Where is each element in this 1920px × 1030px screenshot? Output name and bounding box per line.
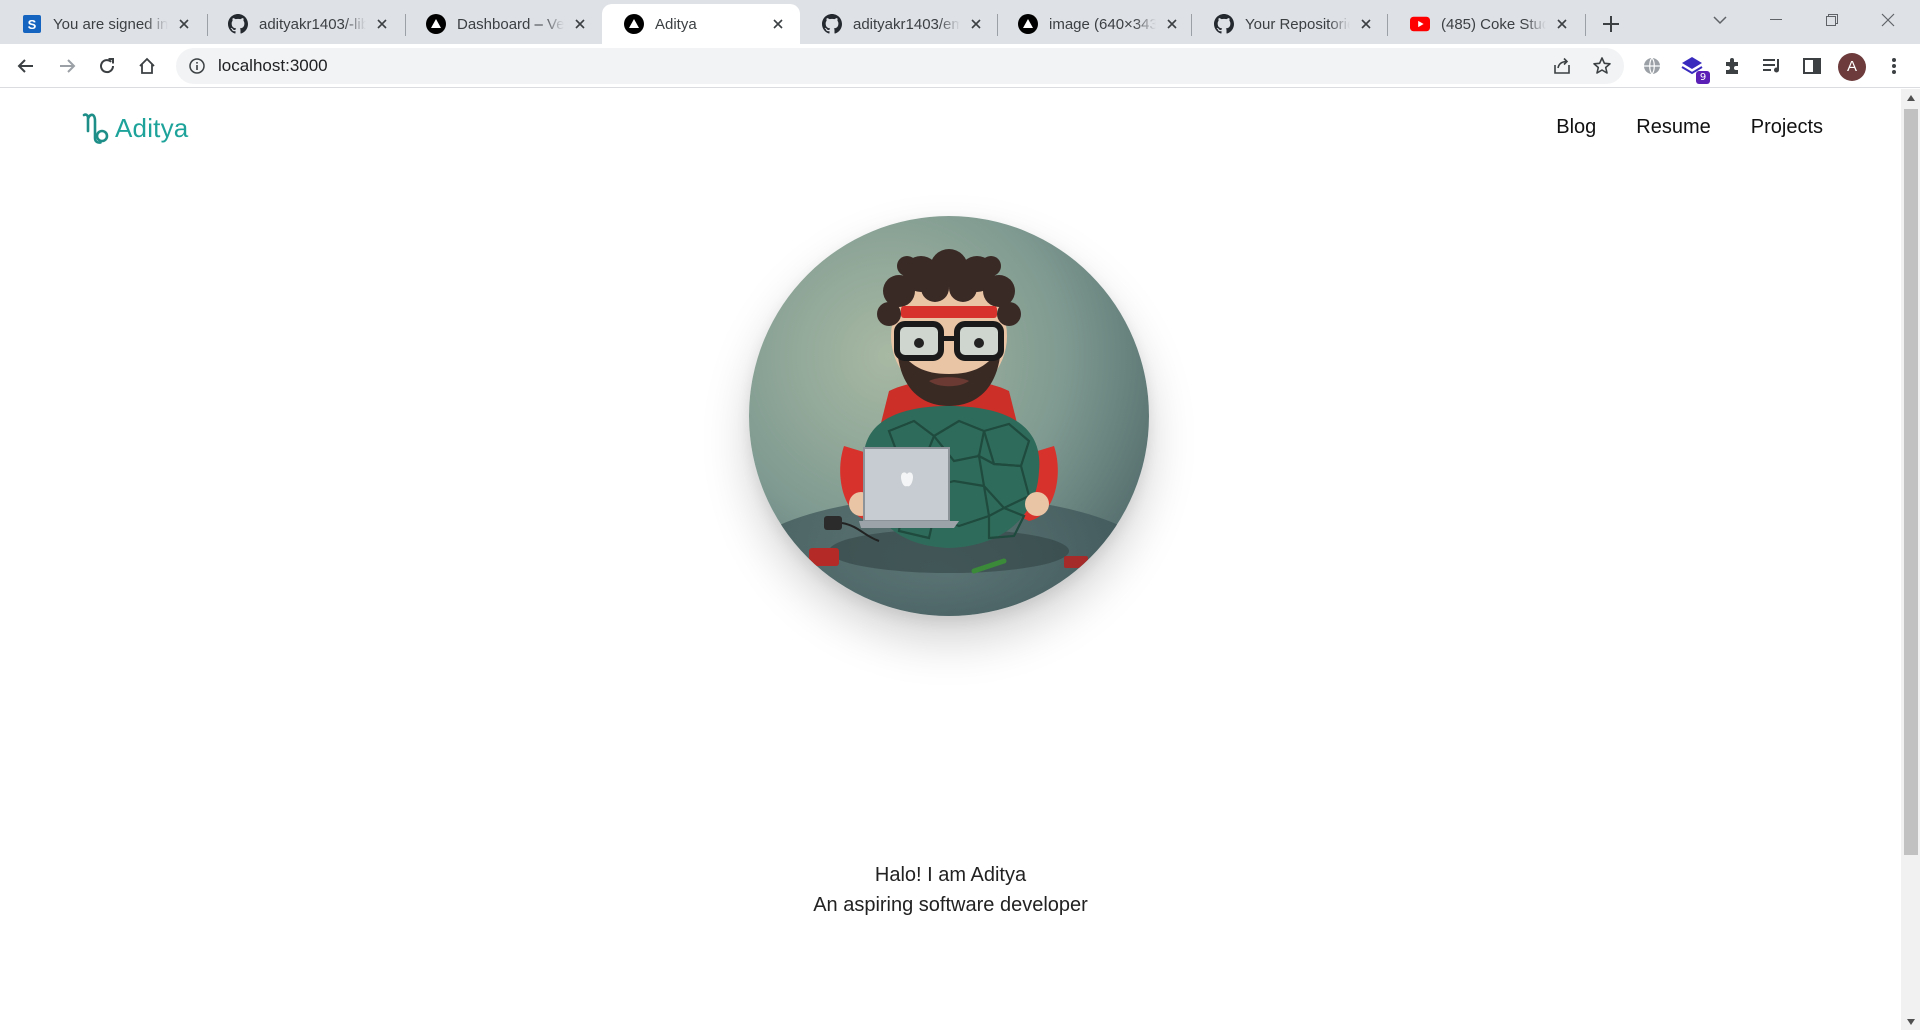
close-icon[interactable] (1356, 14, 1376, 34)
scroll-up-arrow-icon[interactable] (1901, 89, 1920, 106)
vercel-icon (426, 14, 446, 34)
close-window-button[interactable] (1860, 0, 1916, 40)
hero-text: Halo! I am Aditya An aspiring software d… (0, 860, 1901, 920)
reload-button[interactable] (91, 50, 123, 82)
reload-icon (100, 58, 115, 74)
plus-icon (1603, 16, 1619, 32)
profile-avatar[interactable]: A (1838, 53, 1866, 81)
nav-link-resume[interactable]: Resume (1636, 112, 1710, 142)
page-viewport: Aditya Blog Resume Projects Halo! I am A… (0, 89, 1901, 1030)
browser-menu-button[interactable] (1878, 50, 1910, 82)
arrow-left-icon (17, 59, 33, 73)
site-logo-text: Aditya (115, 112, 189, 143)
tab-title: Your Repositories (1245, 15, 1350, 33)
puzzle-icon (1726, 58, 1738, 74)
tab-title: adityakr1403/emp (853, 15, 960, 33)
side-panel-button[interactable] (1796, 50, 1828, 82)
hero-avatar-image (749, 216, 1149, 616)
globe-icon (1644, 57, 1660, 75)
tab-title: Dashboard – Verc (457, 15, 564, 33)
info-icon[interactable] (187, 56, 207, 76)
hero-greeting: Halo! I am Aditya (874, 864, 1027, 886)
new-tab-button[interactable] (1596, 9, 1626, 39)
tab-signed-in[interactable]: S You are signed in (0, 4, 206, 44)
page-scrollbar[interactable] (1901, 89, 1920, 1030)
tab-aditya[interactable]: Aditya (602, 4, 800, 44)
tab-vercel-dashboard[interactable]: Dashboard – Verc (404, 4, 602, 44)
close-icon[interactable] (372, 14, 392, 34)
bookmark-star-icon[interactable] (1588, 52, 1616, 80)
playlist-icon (1763, 59, 1779, 73)
arrow-right-icon (60, 59, 76, 73)
home-button[interactable] (131, 50, 163, 82)
scroll-down-arrow-icon[interactable] (1901, 1013, 1920, 1030)
media-controls-button[interactable] (1756, 50, 1788, 82)
tab-github-libi[interactable]: adityakr1403/-libi (206, 4, 404, 44)
tab-title: image (640×343) (1049, 15, 1156, 33)
capricorn-icon (82, 113, 109, 144)
extensions-button[interactable] (1716, 50, 1748, 82)
site-nav: Blog Resume Projects (1556, 112, 1823, 142)
tab-your-repositories[interactable]: Your Repositories (1192, 4, 1388, 44)
tab-title: adityakr1403/-libi (259, 15, 366, 33)
tab-youtube-coke-studio[interactable]: (485) Coke Studio (1388, 4, 1584, 44)
browser-toolbar: localhost:3000 9 A (0, 44, 1920, 88)
close-icon[interactable] (174, 14, 194, 34)
close-icon (1881, 13, 1895, 27)
nav-link-projects[interactable]: Projects (1751, 112, 1823, 142)
hero-tagline: An aspiring software developer (813, 894, 1088, 916)
nav-link-blog[interactable]: Blog (1556, 112, 1596, 142)
tab-github-emp[interactable]: adityakr1403/emp (800, 4, 998, 44)
vercel-icon (624, 14, 644, 34)
close-icon[interactable] (768, 14, 788, 34)
s-icon: S (22, 14, 42, 34)
chevron-down-icon (1713, 16, 1727, 25)
close-icon[interactable] (1552, 14, 1572, 34)
extension-badge: 9 (1696, 71, 1710, 84)
translate-extension-button[interactable] (1636, 50, 1668, 82)
tab-image[interactable]: image (640×343) (996, 4, 1194, 44)
github-icon (1214, 14, 1234, 34)
restore-icon (1826, 14, 1838, 26)
url-text[interactable]: localhost:3000 (218, 48, 328, 84)
home-icon (139, 57, 155, 74)
tab-title: You are signed in (53, 15, 168, 33)
site-logo[interactable]: Aditya (82, 111, 188, 145)
side-panel-icon (1803, 58, 1821, 74)
vercel-icon (1018, 14, 1038, 34)
close-icon[interactable] (1162, 14, 1182, 34)
back-button[interactable] (10, 50, 42, 82)
restore-button[interactable] (1804, 0, 1860, 40)
share-icon[interactable] (1548, 52, 1576, 80)
close-icon[interactable] (570, 14, 590, 34)
tab-search-button[interactable] (1692, 0, 1748, 40)
svg-text:S: S (28, 17, 37, 32)
kebab-menu-icon (1892, 58, 1896, 74)
minimize-icon (1770, 19, 1782, 20)
purple-extension-button[interactable]: 9 (1676, 50, 1710, 84)
tab-title: Aditya (655, 15, 697, 33)
close-icon[interactable] (966, 14, 986, 34)
tab-title: (485) Coke Studio (1441, 15, 1546, 33)
github-icon (228, 14, 248, 34)
scrollbar-thumb[interactable] (1904, 109, 1918, 855)
github-icon (822, 14, 842, 34)
browser-tab-strip: S You are signed in adityakr1403/-libi D… (0, 0, 1920, 44)
youtube-icon (1410, 14, 1430, 34)
address-bar[interactable]: localhost:3000 (176, 48, 1624, 84)
minimize-button[interactable] (1748, 0, 1804, 40)
forward-button[interactable] (51, 50, 83, 82)
